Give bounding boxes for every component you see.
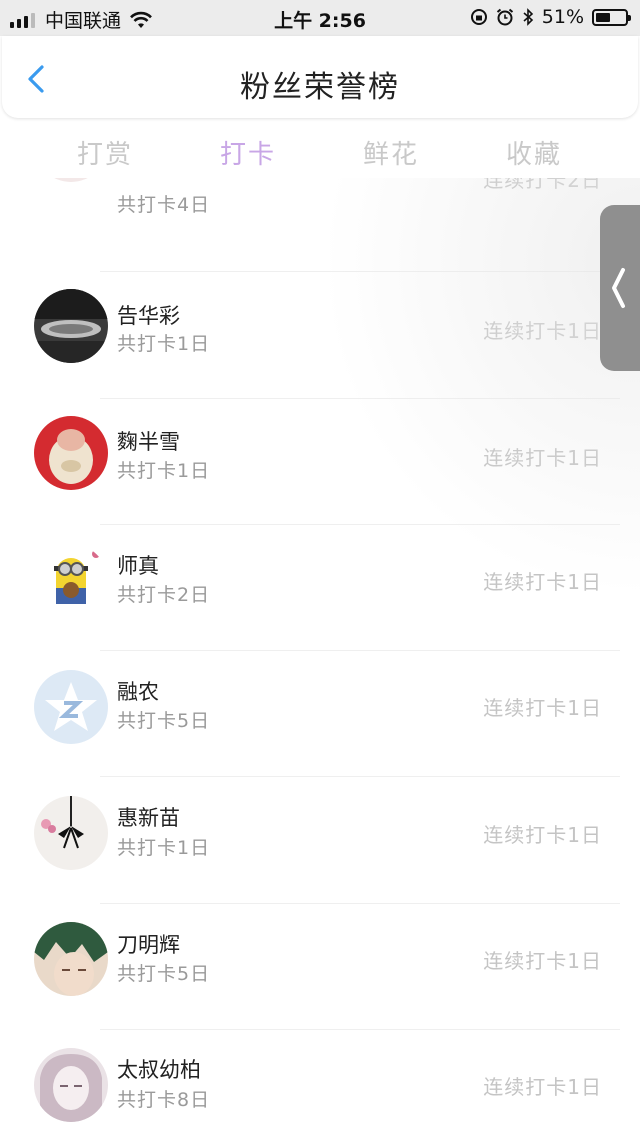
tab-flowers[interactable]: 鲜花 xyxy=(331,134,451,171)
user-name: 师真 xyxy=(117,554,159,578)
avatar xyxy=(34,544,108,618)
avatar xyxy=(34,796,108,870)
tab-bar: 打赏 打卡 鲜花 收藏 xyxy=(0,128,640,176)
list-item[interactable]: 师真 共打卡2日 连续打卡1日 xyxy=(0,525,640,651)
list-item[interactable]: 刀明辉 共打卡5日 连续打卡1日 xyxy=(0,904,640,1030)
total-checkin: 共打卡4日 xyxy=(117,194,211,216)
user-name: 麴半雪 xyxy=(117,430,180,454)
user-name: 惠新苗 xyxy=(117,806,180,830)
chevron-left-icon xyxy=(612,268,625,308)
row-divider xyxy=(100,776,620,777)
row-divider xyxy=(100,271,620,272)
total-checkin: 共打卡2日 xyxy=(117,584,211,606)
user-name: 融农 xyxy=(117,680,159,704)
app-screen: 中国联通 上午 2:56 51% 粉丝荣誉榜 打赏 打卡 鲜花 收藏 共打卡4日… xyxy=(0,0,640,1139)
list-item[interactable]: 太叔幼柏 共打卡8日 连续打卡1日 xyxy=(0,1030,640,1139)
nav-header: 粉丝荣誉榜 xyxy=(2,36,638,118)
avatar xyxy=(34,922,108,996)
status-right: 51% xyxy=(470,6,631,28)
list-item[interactable]: 惠新苗 共打卡1日 连续打卡1日 xyxy=(0,778,640,904)
total-checkin: 共打卡8日 xyxy=(117,1089,211,1111)
avatar xyxy=(34,1048,108,1122)
list-item[interactable]: 告华彩 共打卡1日 连续打卡1日 xyxy=(0,273,640,399)
total-checkin: 共打卡1日 xyxy=(117,333,211,355)
battery-icon xyxy=(592,8,631,26)
streak-checkin: 连续打卡1日 xyxy=(483,319,602,343)
user-name: 告华彩 xyxy=(117,304,180,328)
streak-checkin: 连续打卡1日 xyxy=(483,446,602,470)
avatar xyxy=(34,416,108,490)
bluetooth-icon xyxy=(523,8,533,26)
avatar xyxy=(34,670,108,744)
fan-list: 共打卡4日 连续打卡2日 告华彩 共打卡1日 连续打卡1日 麴半雪 共打卡1日 … xyxy=(0,178,640,1139)
side-drawer-handle[interactable] xyxy=(600,205,640,371)
streak-checkin: 连续打卡1日 xyxy=(483,1075,602,1099)
streak-checkin: 连续打卡2日 xyxy=(483,178,602,192)
streak-checkin: 连续打卡1日 xyxy=(483,696,602,720)
tab-reward[interactable]: 打赏 xyxy=(45,134,165,171)
user-name: 刀明辉 xyxy=(117,933,180,957)
streak-checkin: 连续打卡1日 xyxy=(483,823,602,847)
user-name: 太叔幼柏 xyxy=(117,1058,201,1082)
total-checkin: 共打卡5日 xyxy=(117,710,211,732)
alarm-icon xyxy=(496,8,513,26)
list-item[interactable]: 麴半雪 共打卡1日 连续打卡1日 xyxy=(0,399,640,525)
status-bar: 中国联通 上午 2:56 51% xyxy=(0,0,640,36)
total-checkin: 共打卡5日 xyxy=(117,963,211,985)
page-title: 粉丝荣誉榜 xyxy=(240,70,400,105)
avatar xyxy=(34,289,108,363)
avatar xyxy=(34,178,108,182)
streak-checkin: 连续打卡1日 xyxy=(483,949,602,973)
streak-checkin: 连续打卡1日 xyxy=(483,570,602,594)
rotation-lock-icon xyxy=(470,9,487,25)
tab-checkin[interactable]: 打卡 xyxy=(188,134,308,171)
total-checkin: 共打卡1日 xyxy=(117,837,211,859)
tab-favorites[interactable]: 收藏 xyxy=(474,134,594,171)
battery-percent: 51% xyxy=(541,6,584,28)
total-checkin: 共打卡1日 xyxy=(117,460,211,482)
list-item[interactable]: 共打卡4日 连续打卡2日 xyxy=(0,178,640,272)
list-item[interactable]: 融农 共打卡5日 连续打卡1日 xyxy=(0,651,640,777)
